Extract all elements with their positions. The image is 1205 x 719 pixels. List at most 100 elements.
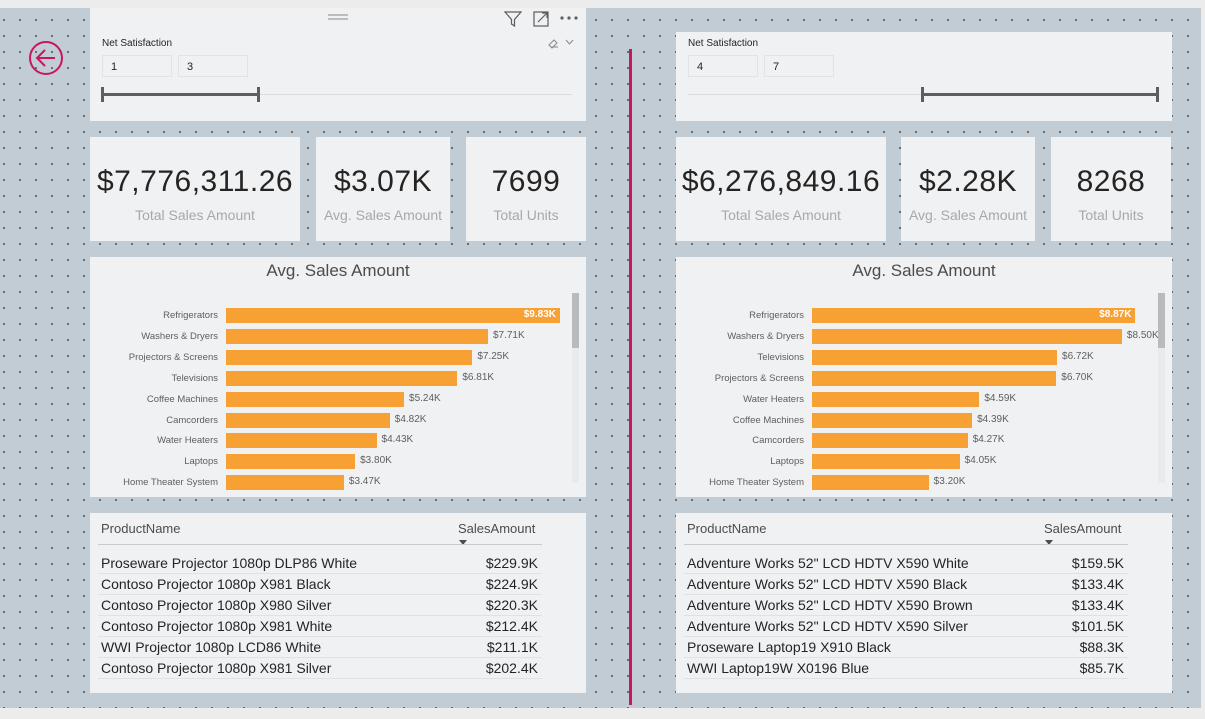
column-header-productname[interactable]: ProductName [687, 521, 766, 536]
column-header-salesamount[interactable]: SalesAmount [1044, 521, 1121, 536]
kpi-total-sales-right[interactable]: $6,276,849.16 Total Sales Amount [676, 137, 886, 241]
bar-row[interactable]: Coffee Machines $4.39K [676, 410, 1172, 431]
product-sales-table-right[interactable]: ProductName SalesAmount Adventure Works … [676, 513, 1172, 693]
bar[interactable] [812, 349, 1058, 365]
slider-min-handle[interactable] [921, 87, 924, 102]
bar-row[interactable]: Televisions $6.72K [676, 347, 1172, 368]
bar-row[interactable]: Refrigerators $9.83K [90, 305, 586, 326]
bar-row[interactable]: Water Heaters $4.59K [676, 389, 1172, 410]
kpi-avg-sales-right[interactable]: $2.28K Avg. Sales Amount [901, 137, 1035, 241]
column-header-productname[interactable]: ProductName [101, 521, 180, 536]
more-options-icon[interactable] [560, 16, 578, 20]
bar-row[interactable]: Camcorders $4.82K [90, 410, 586, 431]
bar[interactable] [226, 412, 390, 428]
bar-row[interactable]: Projectors & Screens $6.70K [676, 368, 1172, 389]
table-row[interactable]: Proseware Projector 1080p DLP86 White $22… [98, 553, 542, 574]
category-label: Televisions [757, 351, 804, 363]
kpi-total-units-left[interactable]: 7699 Total Units [466, 137, 586, 241]
slider-range [102, 93, 259, 96]
bar[interactable] [226, 391, 405, 407]
table-row[interactable]: WWI Laptop19W X0196 Blue $85.7K [684, 658, 1128, 679]
bar-row[interactable]: Laptops $4.05K [676, 451, 1172, 472]
slider-max-handle[interactable] [257, 87, 260, 102]
slicer-max-input[interactable]: 7 [764, 55, 834, 77]
bar[interactable] [812, 475, 929, 491]
data-label: $3.47K [348, 476, 381, 488]
table-row[interactable]: Contoso Projector 1080p X981 Silver $202.… [98, 658, 542, 679]
bar-row[interactable]: Washers & Dryers $7.71K [90, 326, 586, 347]
table-row[interactable]: Proseware Laptop19 X910 Black $88.3K [684, 637, 1128, 658]
slider-min-handle[interactable] [101, 87, 104, 102]
table-row[interactable]: Adventure Works 52" LCD HDTV X590 Black $… [684, 574, 1128, 595]
kpi-label: Total Units [1078, 207, 1144, 223]
bar[interactable] [226, 308, 560, 323]
bar[interactable] [812, 328, 1122, 344]
bar[interactable] [812, 412, 973, 428]
chevron-down-icon[interactable] [565, 39, 574, 45]
bar-row[interactable]: Coffee Machines $5.24K [90, 389, 586, 410]
bar[interactable] [226, 454, 356, 470]
data-label: $4.82K [394, 413, 427, 425]
slicer-min-input[interactable]: 4 [688, 55, 758, 77]
table-row[interactable]: Adventure Works 52" LCD HDTV X590 Silver… [684, 616, 1128, 637]
bar-row[interactable]: Camcorders $4.27K [676, 430, 1172, 451]
bar[interactable] [226, 349, 473, 365]
avg-sales-bar-chart-right[interactable]: Avg. Sales Amount Refrigerators $8.87K Was… [676, 257, 1172, 497]
sales-amount-cell: $133.4K [1071, 597, 1124, 613]
table-row[interactable]: WWI Projector 1080p LCD86 White $211.1K [98, 637, 542, 658]
product-name-cell: Adventure Works 52" LCD HDTV X590 Silver [687, 618, 968, 634]
chart-scrollbar[interactable] [1158, 293, 1165, 483]
bar[interactable] [812, 308, 1136, 323]
bar-row[interactable]: Home Theater System $3.20K [676, 472, 1172, 493]
bar-row[interactable]: Refrigerators $8.87K [676, 305, 1172, 326]
kpi-total-units-right[interactable]: 8268 Total Units [1051, 137, 1171, 241]
bar[interactable] [226, 475, 344, 491]
bar[interactable] [812, 391, 980, 407]
bar[interactable] [812, 433, 968, 449]
bar-row[interactable]: Projectors & Screens $7.25K [90, 347, 586, 368]
product-sales-table-left[interactable]: ProductName SalesAmount Proseware Projec… [90, 513, 586, 693]
product-name-cell: Proseware Projector 1080p DLP86 White [101, 555, 358, 571]
net-satisfaction-slicer-left[interactable]: Net Satisfaction 1 3 [90, 8, 586, 121]
table-header-divider [684, 544, 1128, 545]
bar[interactable] [812, 370, 1057, 386]
table-row[interactable]: Adventure Works 52" LCD HDTV X590 Brown $… [684, 595, 1128, 616]
slicer-max-input[interactable]: 3 [178, 55, 248, 77]
slider-max-handle[interactable] [1156, 87, 1159, 102]
kpi-avg-sales-left[interactable]: $3.07K Avg. Sales Amount [316, 137, 450, 241]
data-label: $5.24K [409, 392, 441, 404]
slicer-title: Net Satisfaction [102, 38, 173, 49]
bar-row[interactable]: Washers & Dryers $8.50K [676, 326, 1172, 347]
chart-scrollthumb[interactable] [1158, 293, 1165, 348]
clear-selections-icon[interactable] [547, 37, 559, 49]
bar[interactable] [812, 454, 960, 470]
table-row[interactable]: Adventure Works 52" LCD HDTV X590 White $… [684, 553, 1128, 574]
bar-row[interactable]: Televisions $6.81K [90, 368, 586, 389]
table-row[interactable]: Contoso Projector 1080p X980 Silver $220.… [98, 595, 542, 616]
filter-icon[interactable] [504, 11, 522, 27]
comparison-divider [629, 49, 632, 705]
category-label: Coffee Machines [146, 393, 218, 405]
bar-row[interactable]: Home Theater System $3.47K [90, 472, 586, 493]
drag-handle-icon[interactable] [328, 14, 348, 20]
avg-sales-bar-chart-left[interactable]: Avg. Sales Amount Refrigerators $9.83K Was… [90, 257, 586, 497]
bar-row[interactable]: Water Heaters $4.43K [90, 430, 586, 451]
product-name-cell: Adventure Works 52" LCD HDTV X590 White [687, 555, 969, 571]
kpi-total-sales-left[interactable]: $7,776,311.26 Total Sales Amount [90, 137, 300, 241]
table-row[interactable]: Contoso Projector 1080p X981 Black $224.9… [98, 574, 542, 595]
focus-mode-icon[interactable] [533, 11, 549, 27]
chart-scrollbar[interactable] [572, 293, 579, 483]
kpi-value: $3.07K [333, 165, 433, 198]
back-arrow-icon[interactable] [28, 40, 64, 76]
category-label: Coffee Machines [732, 414, 804, 426]
table-row[interactable]: Contoso Projector 1080p X981 White $212.4… [98, 616, 542, 637]
bar[interactable] [226, 433, 377, 449]
net-satisfaction-slicer-right[interactable]: Net Satisfaction 4 7 [676, 32, 1172, 121]
bar[interactable] [226, 328, 488, 344]
chart-scrollthumb[interactable] [572, 293, 579, 348]
chart-title: Avg. Sales Amount [266, 261, 410, 280]
bar[interactable] [226, 370, 458, 386]
bar-row[interactable]: Laptops $3.80K [90, 451, 586, 472]
column-header-salesamount[interactable]: SalesAmount [458, 521, 535, 536]
slicer-min-input[interactable]: 1 [102, 55, 172, 77]
